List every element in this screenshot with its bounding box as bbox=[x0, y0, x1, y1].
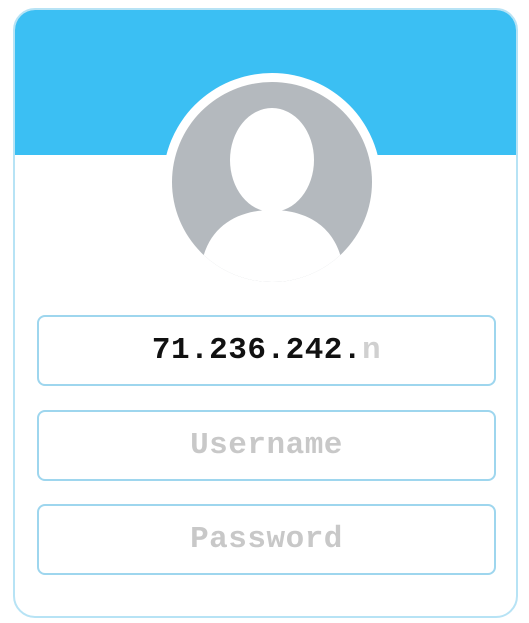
password-placeholder: Password bbox=[190, 522, 343, 557]
username-placeholder: Username bbox=[190, 428, 343, 463]
user-silhouette-icon bbox=[172, 82, 372, 282]
server-address-placeholder: n bbox=[362, 333, 382, 368]
password-field[interactable]: Password bbox=[37, 504, 496, 575]
username-field[interactable]: Username bbox=[37, 410, 496, 481]
server-address-field[interactable]: 71.236.242. n bbox=[37, 315, 496, 386]
avatar bbox=[163, 73, 381, 291]
server-address-value: 71.236.242. bbox=[151, 333, 363, 368]
login-card: 71.236.242. n Username Password bbox=[13, 8, 518, 618]
